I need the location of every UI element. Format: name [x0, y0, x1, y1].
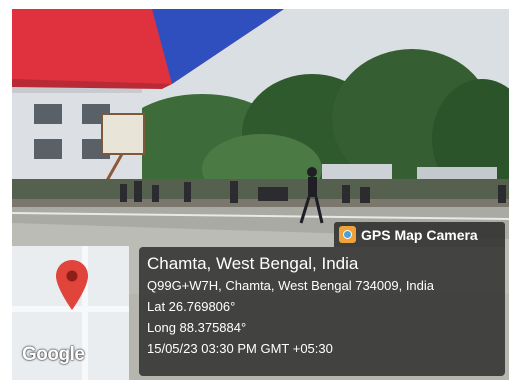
- latitude-line: Lat 26.769806°: [147, 299, 236, 314]
- longitude-line: Long 88.375884°: [147, 320, 247, 335]
- gps-map-camera-icon: [339, 226, 356, 243]
- gps-map-camera-badge: GPS Map Camera: [334, 222, 505, 247]
- map-thumbnail: Google: [12, 246, 129, 380]
- map-pin-icon: [56, 260, 88, 310]
- datetime-line: 15/05/23 03:30 PM GMT +05:30: [147, 341, 333, 356]
- address-line: Q99G+W7H, Chamta, West Bengal 734009, In…: [147, 278, 435, 293]
- place-title: Chamta, West Bengal, India: [147, 254, 359, 273]
- badge-label: GPS Map Camera: [361, 226, 478, 243]
- location-info-panel: Chamta, West Bengal, India Q99G+W7H, Cha…: [139, 247, 505, 376]
- google-logo: Google: [22, 344, 85, 365]
